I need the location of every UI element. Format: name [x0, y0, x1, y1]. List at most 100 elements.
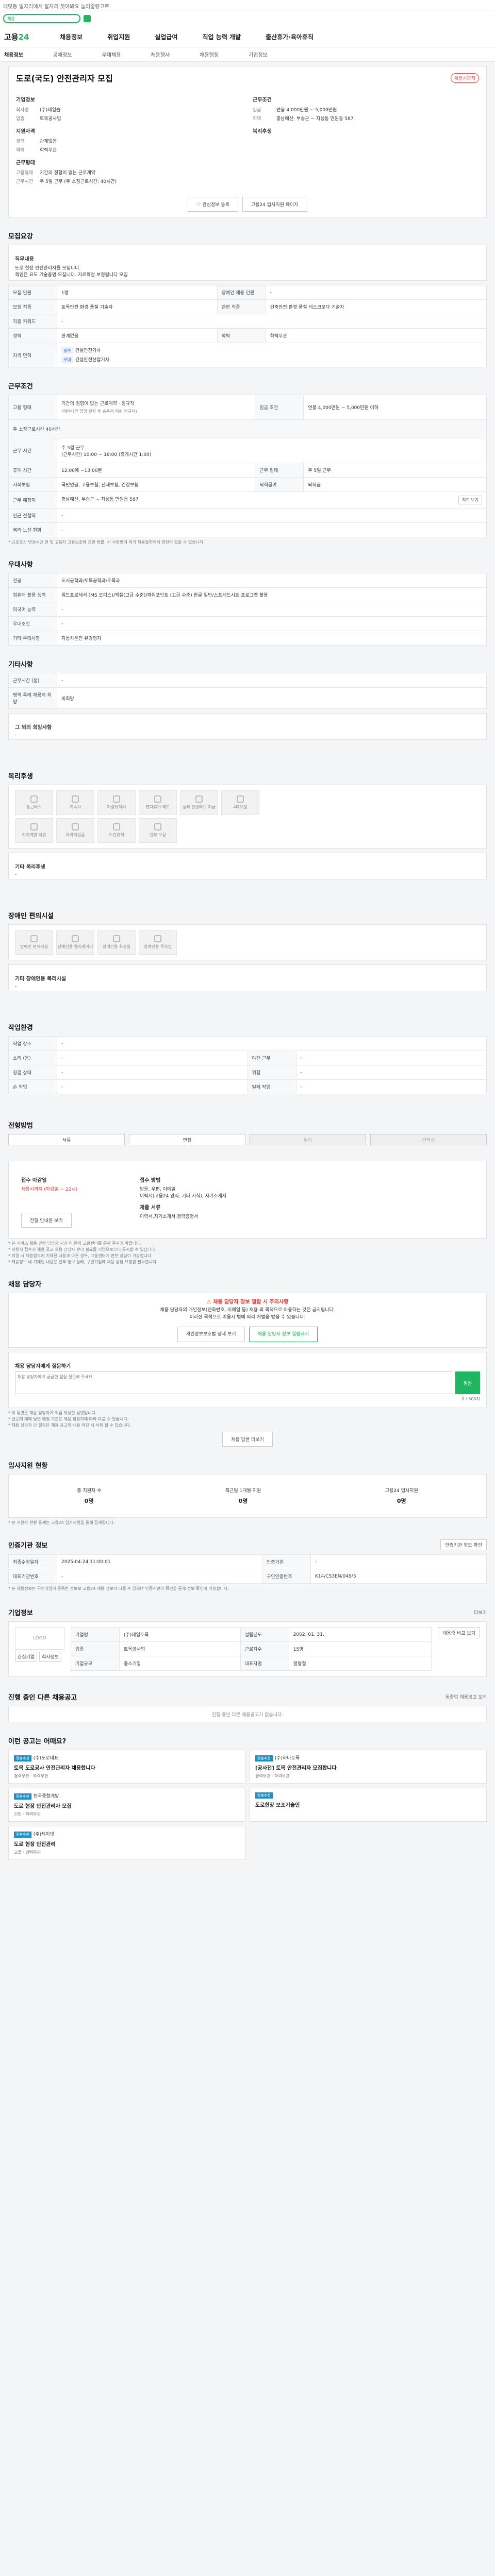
company-info-button[interactable]: 회사정보: [39, 1652, 62, 1662]
reg-table: 최종수정일자 2025-04-24 11:00:01 인증기관 - 대표기관번호 - 구인…: [8, 1554, 487, 1584]
welfare-other-value: -: [15, 872, 17, 877]
stats-title: 입사지원 현황: [8, 1462, 48, 1470]
health-icon: 보건휴직: [97, 818, 136, 843]
cell-value: 퇴직금: [303, 477, 487, 492]
qa-count: 0 / 500자: [461, 1397, 480, 1402]
top-info-text: 레딧등 일자리에서 알자리 찾아봐요 눌러줄랑고로: [3, 4, 109, 10]
map-button[interactable]: 지도 보기: [458, 496, 482, 504]
kv-key: 업종: [16, 116, 25, 122]
company-table: 기업명 (주)제일토목 설립년도 2002. 01. 31. 업종 토목공사업 근로자수 1…: [71, 1627, 432, 1671]
job-title: 도로(국도) 안전관리자 모집: [16, 74, 113, 83]
cond-heading: 근무조건: [253, 97, 272, 103]
step-interview: 면접: [129, 1134, 245, 1145]
place-value: 충남예산, 부송군 ~ 자성동 만원동 587: [61, 497, 139, 502]
others-link[interactable]: 동종업 채용공고 보기: [446, 1693, 487, 1700]
stat-value: 0명: [84, 1498, 94, 1505]
view-contact-button[interactable]: 채용 담당자 정보 열람하기: [249, 1326, 318, 1343]
cell-value: -: [57, 508, 487, 523]
stat-value: 0명: [238, 1498, 248, 1505]
disability-label: 장애인용 화장실: [102, 944, 131, 949]
cell-key: 기타 우대사항: [8, 631, 57, 646]
search-input[interactable]: 채용: [3, 14, 80, 23]
note-line: * 채용정보 내 기재된 내용은 일부 정보 상태, 구인기업에 채용 상담 요…: [8, 1260, 158, 1264]
company-title: 기업정보: [8, 1609, 33, 1618]
recommend-card[interactable]: 맞춤추천 한국종합개발 도로 현장 안전관리자 모집 신입 · 학력무관: [8, 1788, 245, 1822]
rec-meta: 경력무관: [25, 1850, 41, 1855]
welfare-other-box: 기타 복리후생 -: [8, 853, 487, 879]
lnb-item-6[interactable]: 기업정보: [249, 50, 268, 58]
cell-key: 복리 노선 현황: [8, 522, 57, 537]
cell-key: 근무시간 (점): [8, 673, 57, 688]
search-icon[interactable]: [84, 15, 91, 22]
recommend-card[interactable]: 맞춤추천 (주)제이넷 도로 현장 안전관리 고졸 · 경력무관: [8, 1826, 245, 1860]
period-heading: 접수 마감일: [21, 1178, 47, 1183]
disability-label: 장애인용 엘리베이터: [57, 944, 93, 949]
recommend-card[interactable]: 맞춤추천 (주)도로대표 토목 도로공사 안전관리자 채용합니다 경력무관 · 학…: [8, 1750, 245, 1784]
company-heading: 기업정보: [16, 97, 35, 103]
license-tag: 우대: [61, 357, 73, 363]
cell-key: 모집 인원: [8, 285, 57, 300]
gnb-item-leave[interactable]: 출산휴가·육아휴직: [266, 32, 314, 41]
cell-key: 자격 면허: [8, 343, 57, 367]
local-nav: 채용정보 공채정보 우대채용 채용행사 채용행정 기업정보: [0, 47, 495, 62]
duty-line: 책임은 요도 기술증명 모집니다. 자료확정 보정됩니다 모집: [15, 273, 128, 278]
recommend-card[interactable]: 맞춤추천 (주)하나토목 [공사전] 토목 안전관리자 모집합니다 경력무관 · …: [250, 1750, 487, 1784]
lnb-item-5[interactable]: 채용행정: [200, 50, 219, 58]
kv-key: 경력: [16, 139, 25, 144]
welfare-label: 육아지원금: [65, 833, 85, 837]
rec-meta: 학력무관: [25, 1812, 41, 1817]
reg-check-button[interactable]: 인증기관 정보 확인: [440, 1539, 487, 1551]
job-header-card: 도로(국도) 안전관리자 모집 채용시까지 기업정보 회사명 (주)제일솔 업종 토…: [8, 66, 487, 217]
welfare-box: 통근버스 기숙사 차량유지비 연차휴가 제도 성과 인센티브 지급 4대보험 자…: [8, 785, 487, 849]
cell-value: -: [57, 616, 487, 631]
gnb-item-benefit[interactable]: 실업급여: [155, 32, 177, 41]
cell-key: 소리 (음): [8, 1050, 57, 1065]
compare-button[interactable]: 채용중 비교 보기: [438, 1627, 480, 1639]
qa-input[interactable]: [15, 1371, 452, 1395]
cell-value: -: [57, 1079, 248, 1094]
disability-other-heading: 기타 장애인용 복리시설: [15, 976, 66, 982]
lnb-item-2[interactable]: 공채정보: [53, 50, 72, 58]
gnb-item-support[interactable]: 취업지원: [107, 32, 130, 41]
fav-company-button[interactable]: 관심기업: [15, 1652, 38, 1662]
welfare-label: 4대보험: [233, 805, 248, 809]
more-answers-button[interactable]: 채용 답변 더보기: [222, 1432, 273, 1447]
work-table: 고용 형태 기간의 정함이 없는 근로계약 · 정규직 (해야니깐 임임 전환 후 …: [8, 395, 487, 537]
kv-value: 기간의 정함이 없는 근로계약: [40, 171, 95, 176]
qa-send-button[interactable]: 질문: [455, 1371, 480, 1395]
cell-value: -: [295, 1065, 487, 1080]
contact-notice: ⚠ 채용 담당자 정보 열람 시 주의사항 채용 담당자의 개인정보(전화번호,…: [8, 1293, 487, 1348]
license-value: 건설안전기사: [75, 348, 101, 353]
cell-key: 학력: [217, 328, 266, 343]
time-cell: 주 5일 근무 (근무시간) 10:00 ~ 18:00 (휴게시간 1:00): [57, 438, 487, 463]
lnb-item-3[interactable]: 우대채용: [102, 50, 121, 58]
contact-notes: * 이 답변은 채용 담당자가 직접 작성한 답변입니다. * 질문에 대해 답…: [8, 1410, 487, 1429]
top-info-bar: 레딧등 일자리에서 알자리 찾아봐요 눌러줄랑고로: [0, 0, 495, 10]
rec-name: 도로현장 보조기술인: [255, 1803, 300, 1809]
etc-table: 근무시간 (점) - 병역 특례 채용의 희망 비희망: [8, 673, 487, 709]
cell-value: -: [295, 1079, 487, 1094]
gnb-item-jobs[interactable]: 채용정보: [60, 32, 82, 41]
stat-recent: 최근일 1개월 지원 0명: [225, 1487, 261, 1505]
lnb-item-4[interactable]: 채용행사: [151, 50, 170, 58]
company-more-link[interactable]: 더보기: [474, 1609, 487, 1616]
logo-text-b: 24: [18, 32, 29, 42]
cell-value: 국민연금, 고용보험, 산재보험, 건강보험: [56, 477, 256, 492]
license-value: 건설안전산업기사: [75, 358, 109, 363]
cell-key: 장애인 채용 인원: [217, 285, 266, 300]
rec-company: 한국종합개발: [33, 1794, 59, 1800]
cell-key: 병역 특례 채용의 희망: [8, 687, 57, 709]
prefer-title: 우대사항: [8, 561, 33, 569]
guide-button[interactable]: 전형 안내문 보기: [21, 1213, 72, 1228]
apply-page-button[interactable]: 고용24 입사지원 페이지: [242, 197, 307, 212]
lnb-item-1[interactable]: 채용정보: [4, 50, 23, 58]
privacy-button[interactable]: 개인정보보호법 상세 보기: [177, 1326, 245, 1343]
gnb-item-training[interactable]: 직업 능력 개발: [203, 32, 241, 41]
rec-company: (주)제이넷: [33, 1832, 54, 1838]
recommend-card[interactable]: 맞춤추천 도로현장 보조기술인: [250, 1788, 487, 1822]
incentive-icon: 성과 인센티브 지급: [180, 790, 218, 815]
duty-line: 도로 현장 안전관리자를 모집니다.: [15, 266, 81, 271]
interest-button[interactable]: ♡ 관심정보 등록: [188, 197, 238, 212]
rec-company: (주)도로대표: [33, 1756, 59, 1761]
site-logo[interactable]: 고용24: [4, 31, 35, 42]
